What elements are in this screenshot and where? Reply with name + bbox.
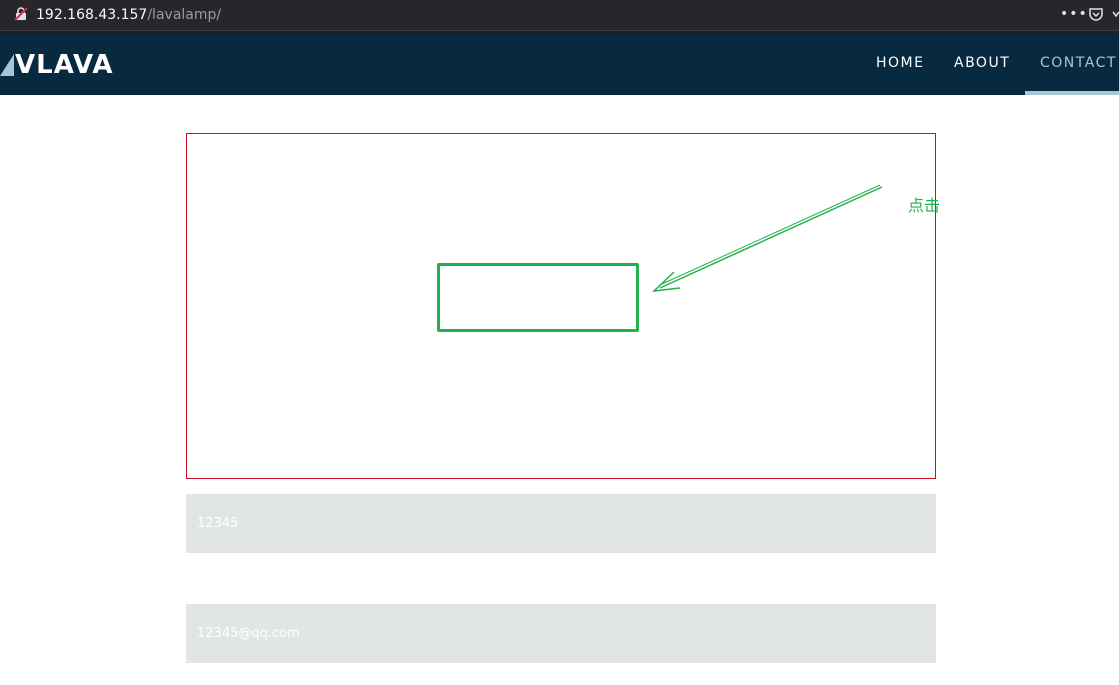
nav-home[interactable]: HOME: [876, 54, 924, 72]
brand-logo[interactable]: VLAVA: [0, 48, 114, 82]
nav-active-indicator: [1025, 91, 1119, 95]
url-path[interactable]: /lavalamp/: [147, 7, 221, 23]
site-navbar: VLAVA HOME ABOUT CONTACT: [0, 34, 1119, 95]
email-field[interactable]: [186, 604, 936, 663]
browser-url-bar: 192.168.43.157/lavalamp/ •••: [0, 0, 1119, 31]
brand-name[interactable]: VLAVA: [15, 50, 114, 80]
annotation-label: 点击: [908, 196, 941, 215]
url-text[interactable]: 192.168.43.157/lavalamp/: [36, 6, 221, 24]
triangle-logo-icon: [0, 54, 14, 76]
nav-contact[interactable]: CONTACT: [1040, 54, 1117, 72]
more-icon[interactable]: •••: [1060, 3, 1087, 25]
nav-about[interactable]: ABOUT: [954, 54, 1010, 72]
pocket-icon[interactable]: [1088, 7, 1104, 23]
url-host[interactable]: 192.168.43.157: [36, 7, 147, 23]
insecure-lock-icon[interactable]: [14, 7, 28, 21]
chevron-icon[interactable]: [1112, 8, 1119, 22]
click-target-highlight[interactable]: [437, 263, 639, 332]
annotation-arrow-icon: [651, 184, 883, 293]
name-field[interactable]: [186, 494, 936, 553]
